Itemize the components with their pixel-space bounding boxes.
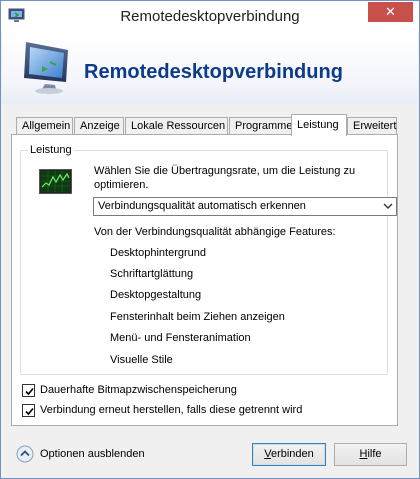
tab-programme[interactable]: Programme <box>229 117 292 135</box>
group-label: Leistung <box>28 144 74 156</box>
feature-item: Menü- und Fensteranimation <box>110 332 251 344</box>
performance-monitor-icon <box>39 169 72 194</box>
features-label: Von der Verbindungsqualität abhängige Fe… <box>94 226 336 238</box>
title-bar[interactable]: Remotedesktopverbindung ✕ <box>1 1 419 32</box>
feature-item: Desktophintergrund <box>110 247 207 259</box>
close-icon: ✕ <box>385 4 396 19</box>
remote-desktop-monitor-icon <box>24 42 68 94</box>
connect-label: erbinden <box>270 448 314 460</box>
window-title: Remotedesktopverbindung <box>120 8 300 25</box>
tab-erweitert[interactable]: Erweitert <box>347 117 397 135</box>
tab-lokale-ressourcen[interactable]: Lokale Ressourcen <box>125 117 228 135</box>
connect-accel: V <box>264 448 271 460</box>
header-banner: Remotedesktopverbindung <box>2 32 418 104</box>
tab-allgemein[interactable]: Allgemein <box>16 117 73 135</box>
close-button[interactable]: ✕ <box>368 2 413 22</box>
tab-leistung[interactable]: Leistung <box>291 114 347 136</box>
performance-group: Leistung Wählen Sie die Übertragungsrate… <box>20 144 397 375</box>
checkmark-icon <box>25 407 34 416</box>
connect-button[interactable]: Verbinden <box>252 443 326 466</box>
connection-speed-value: Verbindungsqualität automatisch erkennen <box>98 200 306 212</box>
reconnect-checkbox[interactable] <box>22 404 35 417</box>
help-label: ilfe <box>367 448 382 460</box>
remote-desktop-window: Remotedesktopverbindung ✕ Remotedesktopv… <box>0 0 420 479</box>
chevron-down-icon[interactable] <box>383 200 393 212</box>
feature-item: Schriftartglättung <box>110 268 194 280</box>
feature-item: Visuelle Stile <box>110 354 173 366</box>
feature-item: Desktopgestaltung <box>110 289 202 301</box>
intro-text: Wählen Sie die Übertragungsrate, um die … <box>94 165 356 191</box>
hide-options-label: Optionen ausblenden <box>40 448 145 460</box>
reconnect-label: Verbindung erneut herstellen, falls dies… <box>40 404 303 416</box>
chevron-up-circle-icon[interactable] <box>16 445 34 463</box>
connection-speed-select[interactable]: Verbindungsqualität automatisch erkennen <box>93 197 397 216</box>
tab-anzeige[interactable]: Anzeige <box>74 117 124 135</box>
feature-item: Fensterinhalt beim Ziehen anzeigen <box>110 311 285 323</box>
bitmap-cache-checkbox[interactable] <box>22 384 35 397</box>
checkmark-icon <box>25 387 34 396</box>
bitmap-cache-label: Dauerhafte Bitmapzwischenspeicherung <box>40 384 237 396</box>
banner-title: Remotedesktopverbindung <box>84 61 343 83</box>
help-button[interactable]: Hilfe <box>334 443 407 466</box>
tab-panel-leistung: Leistung Wählen Sie die Übertragungsrate… <box>11 134 398 426</box>
